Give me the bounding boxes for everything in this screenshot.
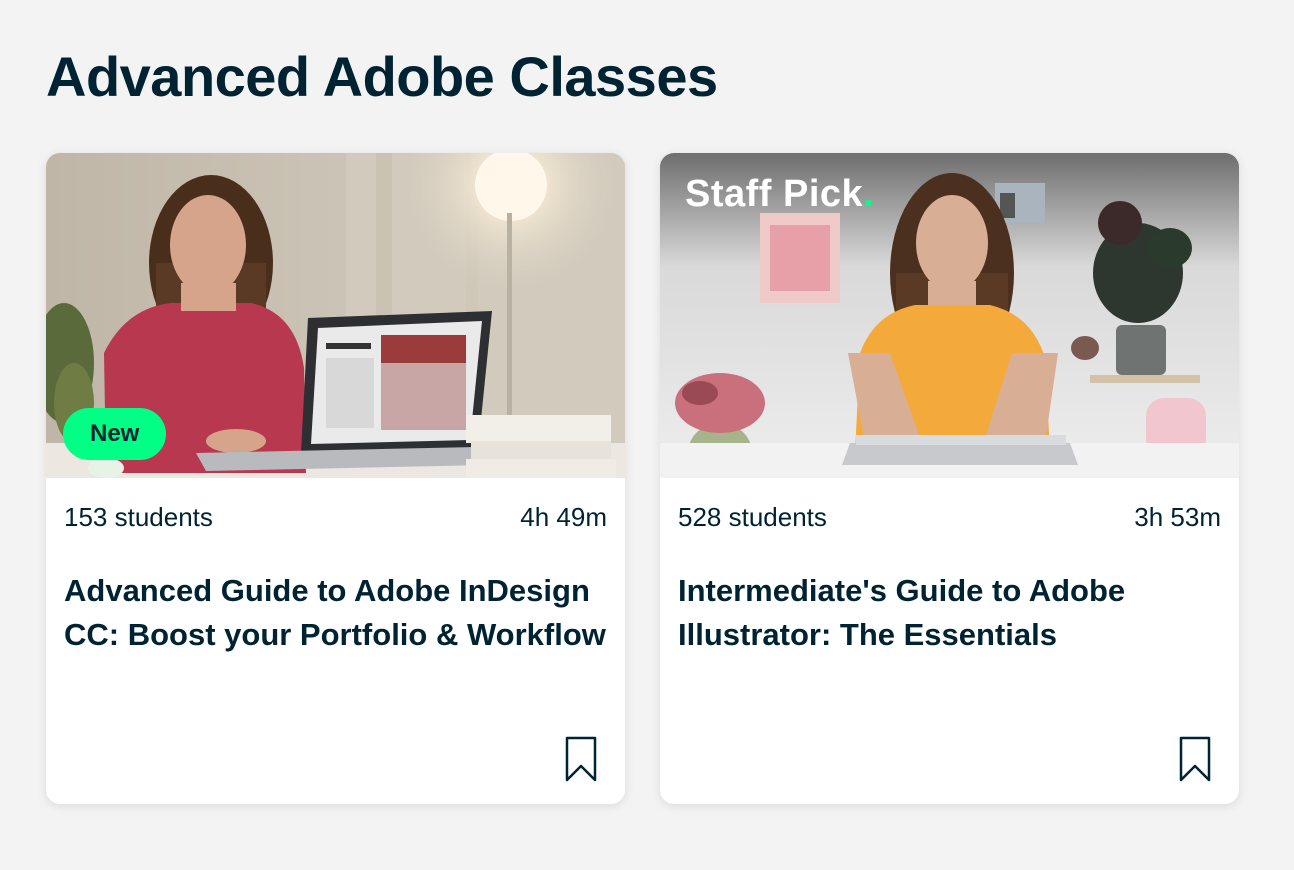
bookmark-icon[interactable] xyxy=(1179,736,1211,782)
student-count: 528 students xyxy=(678,502,827,532)
class-card-list: New 153 students 4h 49m Advanced Guide t… xyxy=(46,153,1239,804)
class-title[interactable]: Advanced Guide to Adobe InDesign CC: Boo… xyxy=(46,569,625,657)
class-thumbnail[interactable]: New xyxy=(46,153,625,478)
class-duration: 4h 49m xyxy=(520,502,607,532)
class-card[interactable]: New 153 students 4h 49m Advanced Guide t… xyxy=(46,153,625,804)
class-meta: 528 students 3h 53m xyxy=(660,502,1239,533)
student-count: 153 students xyxy=(64,502,213,532)
class-thumbnail[interactable]: Staff Pick. xyxy=(660,153,1239,478)
class-meta: 153 students 4h 49m xyxy=(46,502,625,533)
class-duration: 3h 53m xyxy=(1134,502,1221,532)
class-card[interactable]: Staff Pick. 528 students 3h 53m Intermed… xyxy=(660,153,1239,804)
staff-pick-badge: Staff Pick. xyxy=(685,173,875,215)
class-title[interactable]: Intermediate's Guide to Adobe Illustrato… xyxy=(660,569,1239,657)
new-badge: New xyxy=(63,408,167,460)
section-title: Advanced Adobe Classes xyxy=(46,45,718,108)
bookmark-icon[interactable] xyxy=(565,736,597,782)
